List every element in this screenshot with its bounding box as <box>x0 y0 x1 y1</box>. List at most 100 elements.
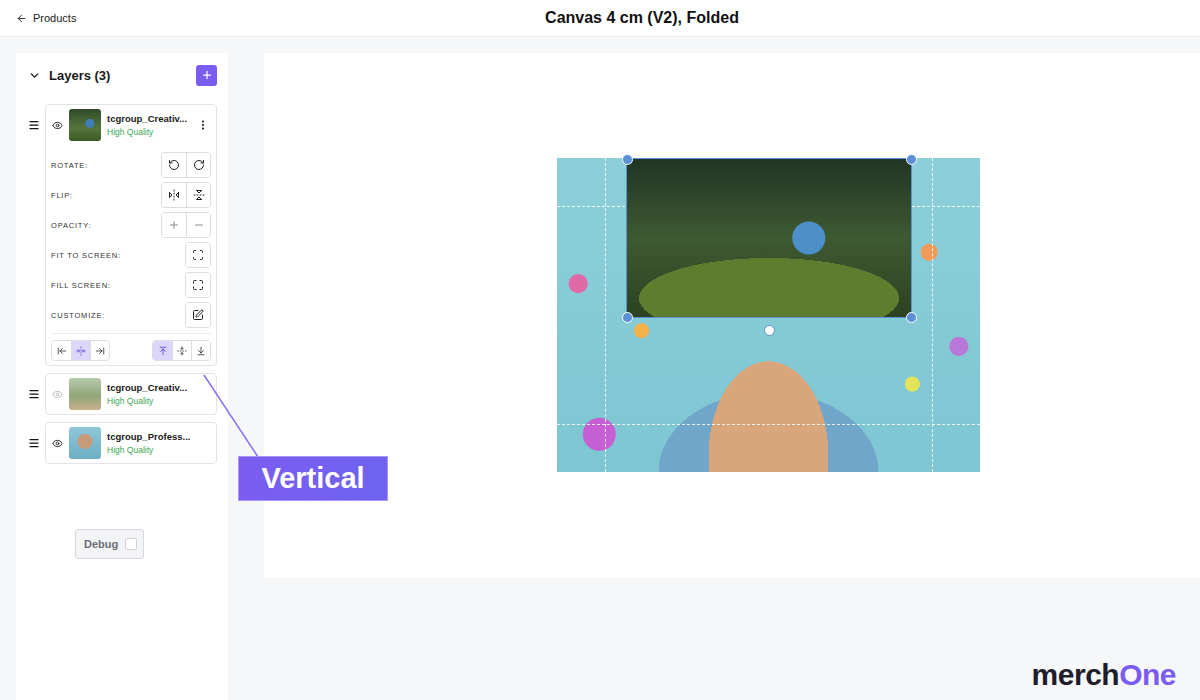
body: Layers (3) tcgroup_Creativ... High Quality… <box>0 37 1200 700</box>
control-button[interactable] <box>162 213 186 237</box>
button-group <box>161 182 211 208</box>
eye-icon <box>52 389 63 400</box>
align-center-icon <box>76 346 86 356</box>
layer-quality: High Quality <box>107 127 196 137</box>
drag-handle[interactable] <box>28 422 40 464</box>
debug-checkbox[interactable] <box>125 538 137 550</box>
align-row <box>51 333 211 365</box>
control-row: FIT TO SCREEN: <box>51 240 211 270</box>
logo-part: One <box>1119 658 1176 691</box>
control-button[interactable] <box>162 153 186 177</box>
product-image[interactable] <box>557 158 980 472</box>
layer-row: tcgroup_Creativ...High Quality ROTATE: FLI… <box>28 104 217 366</box>
button-group <box>185 272 211 298</box>
control-label: ROTATE: <box>51 161 88 170</box>
resize-handle[interactable] <box>622 154 633 165</box>
eye-icon <box>52 438 63 449</box>
page: ProductsCanvas 4 cm (V2), Folded Layers (… <box>0 0 1200 700</box>
chevron-icon <box>28 69 41 82</box>
layer-controls: ROTATE: FLIP: OPACITY: FIT TO SCREEN: FILL S… <box>46 145 216 365</box>
control-label: FIT TO SCREEN: <box>51 251 121 260</box>
debug-button[interactable]: Debug <box>75 529 144 559</box>
drag-handle-icon <box>28 437 40 449</box>
more-icon <box>197 119 209 131</box>
vertical-align-group <box>152 340 211 361</box>
button-group <box>161 152 211 178</box>
visibility-toggle[interactable] <box>52 438 64 449</box>
align-bottom-icon <box>196 346 206 356</box>
layers-header: Layers (3) <box>28 65 217 85</box>
page-title: Canvas 4 cm (V2), Folded <box>264 9 1020 27</box>
align-button[interactable] <box>153 341 172 360</box>
control-label: CUSTOMIZE: <box>51 311 105 320</box>
back-link[interactable]: Products <box>0 12 264 24</box>
layer-card[interactable]: tcgroup_Creativ... High Quality <box>45 373 217 415</box>
edit-icon <box>192 309 204 321</box>
selected-layer-image[interactable] <box>626 158 912 318</box>
layer-card-header: tcgroup_Creativ...High Quality <box>46 105 216 145</box>
add-layer-button[interactable] <box>196 65 217 86</box>
layer-name: tcgroup_Profess... <box>107 431 210 442</box>
layer-row: tcgroup_Profess... High Quality <box>28 422 217 464</box>
control-row: ROTATE: <box>51 150 211 180</box>
layers-title[interactable]: Layers (3) <box>28 68 110 83</box>
align-top-icon <box>158 346 168 356</box>
layer-quality: High Quality <box>107 445 210 455</box>
align-button[interactable] <box>90 341 109 360</box>
align-button[interactable] <box>172 341 191 360</box>
layer-info: tcgroup_Creativ... High Quality <box>107 382 210 406</box>
layer-card[interactable]: tcgroup_Profess... High Quality <box>45 422 217 464</box>
drag-handle-icon <box>28 388 40 400</box>
control-button[interactable] <box>186 273 210 297</box>
layer-thumbnail <box>69 378 101 410</box>
drag-handle[interactable] <box>28 373 40 415</box>
control-button[interactable] <box>162 183 186 207</box>
back-arrow-icon <box>16 13 27 24</box>
button-group <box>185 242 211 268</box>
control-button[interactable] <box>186 153 210 177</box>
visibility-toggle[interactable] <box>52 120 64 131</box>
resize-handle[interactable] <box>906 312 917 323</box>
layer-list: tcgroup_Creativ... High Quality ROTATE: FLI… <box>28 104 217 464</box>
plus-icon <box>168 219 180 231</box>
control-button[interactable] <box>186 183 210 207</box>
control-row: FLIP: <box>51 180 211 210</box>
drag-handle-icon <box>28 119 40 131</box>
layer-menu[interactable] <box>196 119 210 131</box>
button-group <box>161 212 211 238</box>
control-label: FLIP: <box>51 191 73 200</box>
resize-handle[interactable] <box>622 312 633 323</box>
rotate-handle[interactable] <box>764 325 775 336</box>
annotation-line <box>0 0 1200 700</box>
align-button[interactable] <box>52 341 71 360</box>
layer-card-header: tcgroup_Creativ... High Quality <box>46 374 216 414</box>
layer-thumbnail <box>69 427 101 459</box>
layer-name: tcgroup_Creativ... <box>107 382 210 393</box>
control-label: FILL SCREEN: <box>51 281 111 290</box>
horizontal-align-group <box>51 340 110 361</box>
layer-card[interactable]: tcgroup_Creativ...High Quality ROTATE: FLI… <box>45 104 217 366</box>
annotation-label: Vertical <box>238 456 388 501</box>
layer-row: tcgroup_Creativ... High Quality <box>28 373 217 415</box>
layer-card-header: tcgroup_Profess... High Quality <box>46 423 216 463</box>
align-button[interactable] <box>71 341 90 360</box>
align-button[interactable] <box>191 341 210 360</box>
align-middle-icon <box>177 346 187 356</box>
layer-info: tcgroup_Creativ...High Quality <box>107 113 196 137</box>
button-group <box>185 302 211 328</box>
layer-quality: High Quality <box>107 396 210 406</box>
control-button[interactable] <box>186 243 210 267</box>
visibility-toggle[interactable] <box>52 389 64 400</box>
resize-handle[interactable] <box>906 154 917 165</box>
fit-icon <box>192 249 204 261</box>
logo-part: merch <box>1032 658 1120 691</box>
control-button[interactable] <box>186 213 210 237</box>
canvas-area <box>264 53 1200 578</box>
control-row: CUSTOMIZE: <box>51 300 211 330</box>
drag-handle[interactable] <box>28 104 40 146</box>
align-right-icon <box>95 346 105 356</box>
layers-panel: Layers (3) tcgroup_Creativ... High Quality… <box>16 53 228 700</box>
flip-vertical-icon <box>193 189 205 201</box>
control-row: OPACITY: <box>51 210 211 240</box>
control-button[interactable] <box>186 303 210 327</box>
